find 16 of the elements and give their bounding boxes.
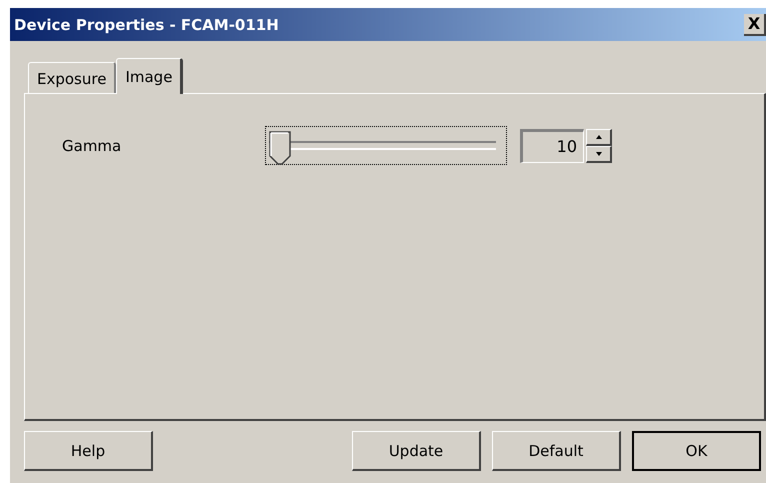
tab[interactable]: Image [116, 58, 184, 94]
dialog-button[interactable]: Help [24, 431, 153, 471]
down-arrow-icon [596, 152, 602, 156]
dialog-button[interactable]: OK [632, 431, 761, 471]
window-title: Device Properties - FCAM-011H [14, 16, 279, 34]
slider-thumb[interactable] [269, 131, 291, 165]
close-button[interactable]: X [744, 14, 766, 36]
spin-up-button[interactable] [586, 128, 612, 146]
tab[interactable]: Exposure [28, 62, 116, 94]
slider[interactable] [265, 126, 507, 165]
spin-down-button[interactable] [586, 146, 612, 162]
dialog-button[interactable]: Default [492, 431, 621, 471]
value-field[interactable]: 10 [520, 128, 584, 162]
dialog-button[interactable]: Update [352, 431, 481, 471]
setting-label: Gamma [62, 136, 122, 154]
up-arrow-icon [596, 134, 602, 138]
